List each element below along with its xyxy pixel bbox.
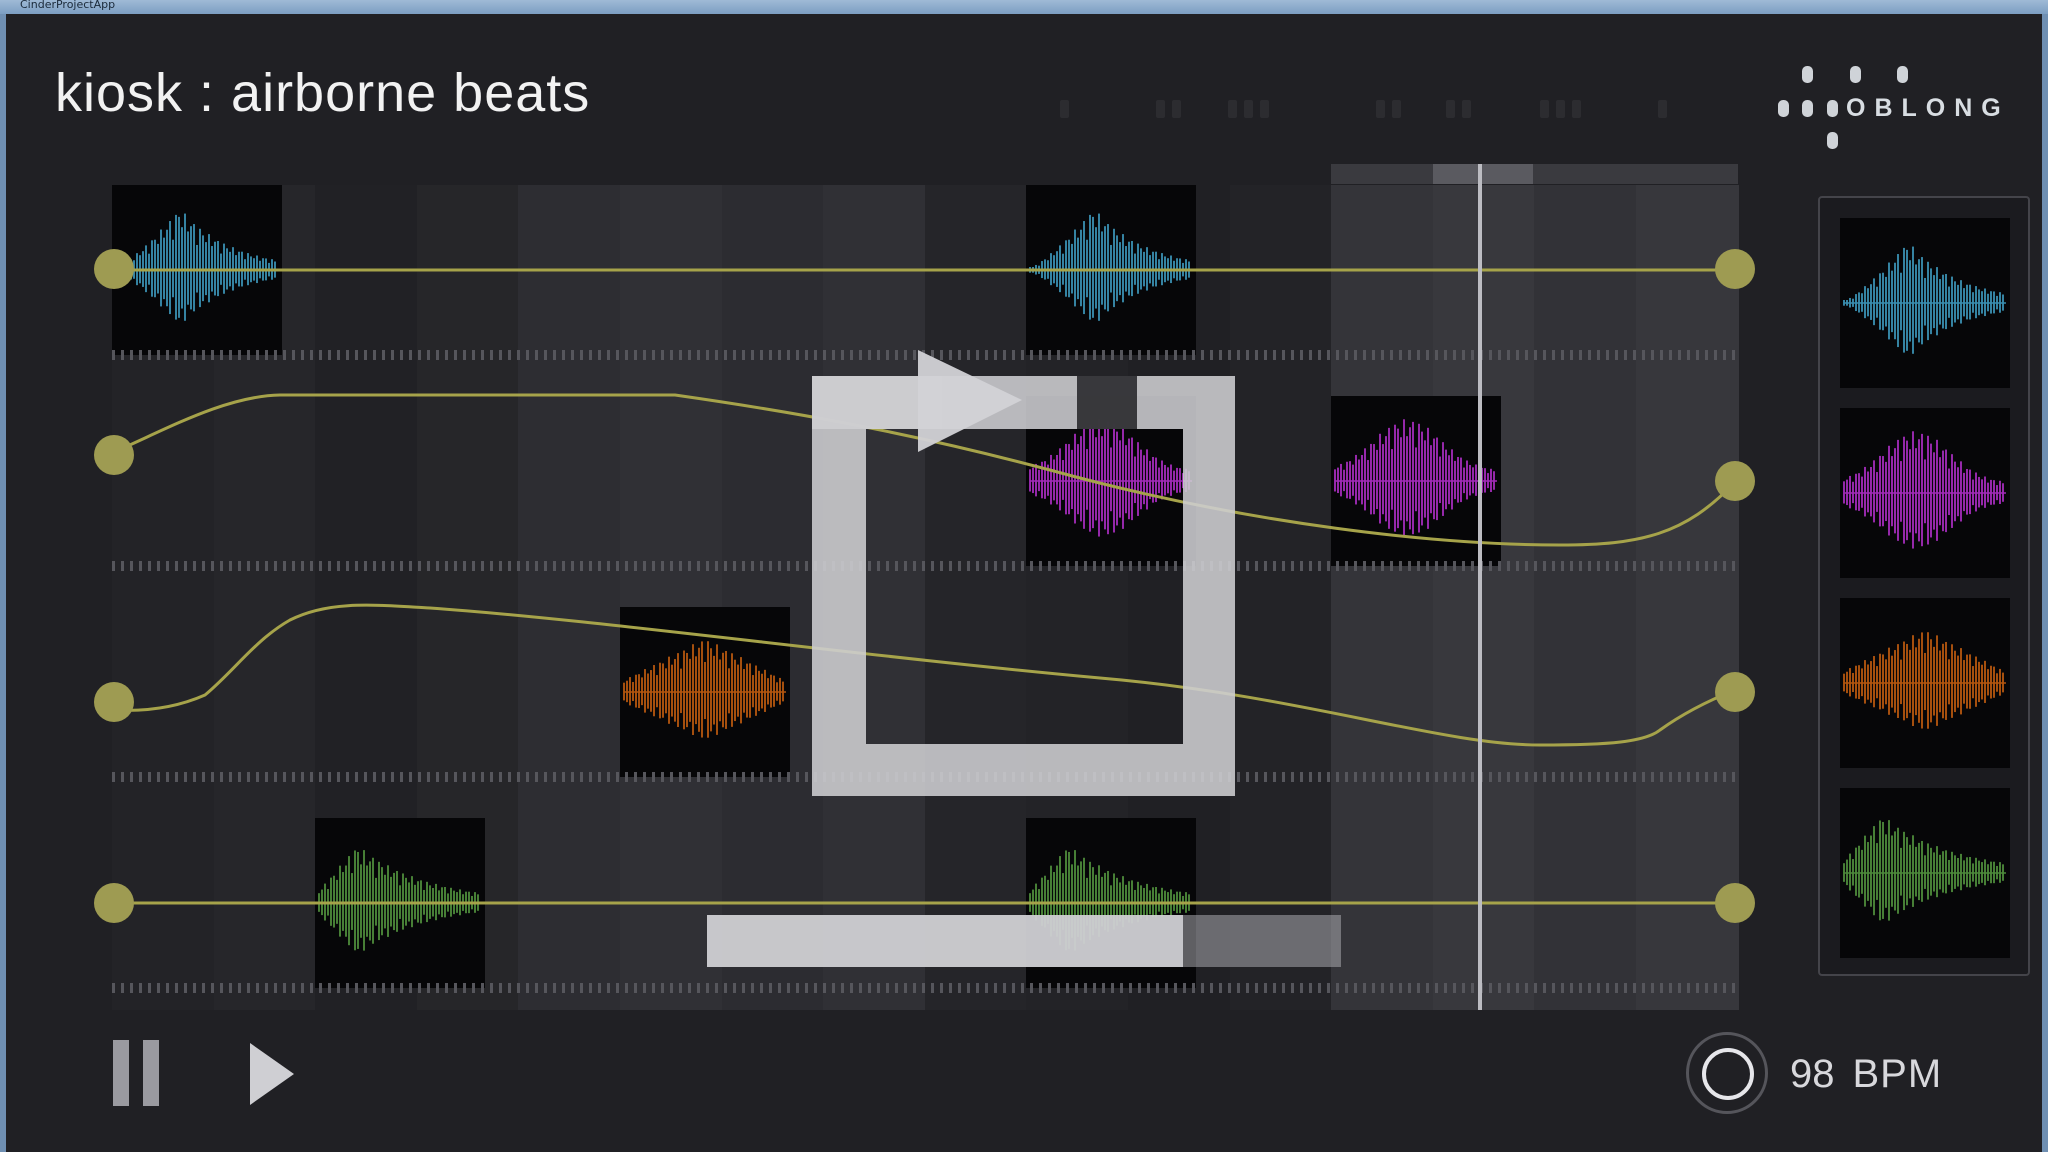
tempo-dial-button[interactable] [1686,1032,1768,1114]
app-window: CinderProjectApp kiosk : airborne beats … [0,0,2048,1152]
pause-button[interactable] [113,1040,161,1106]
loop-progress-fill [707,915,1183,967]
tempo-unit: BPM [1852,1052,1943,1096]
tempo-readout: 98 BPM [1790,1052,1942,1097]
play-button[interactable] [250,1043,294,1105]
loop-progress-bar [707,915,1341,967]
tempo-value: 98 [1790,1052,1835,1096]
loop-icon[interactable] [0,0,2048,1152]
